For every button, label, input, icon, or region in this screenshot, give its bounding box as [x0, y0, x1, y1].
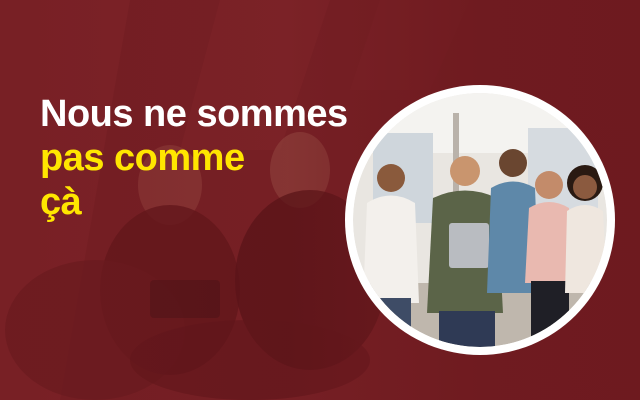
- hero-banner: Nous ne sommes pas comme çà: [0, 0, 640, 400]
- headline-line-1: Nous ne sommes: [40, 93, 348, 135]
- team-photo: [353, 93, 607, 347]
- headline-line-3: çà: [40, 181, 82, 223]
- team-photo-circle: [345, 85, 615, 355]
- hero-headline: Nous ne sommes pas comme çà: [40, 92, 370, 224]
- headline-line-2: pas comme: [40, 137, 245, 179]
